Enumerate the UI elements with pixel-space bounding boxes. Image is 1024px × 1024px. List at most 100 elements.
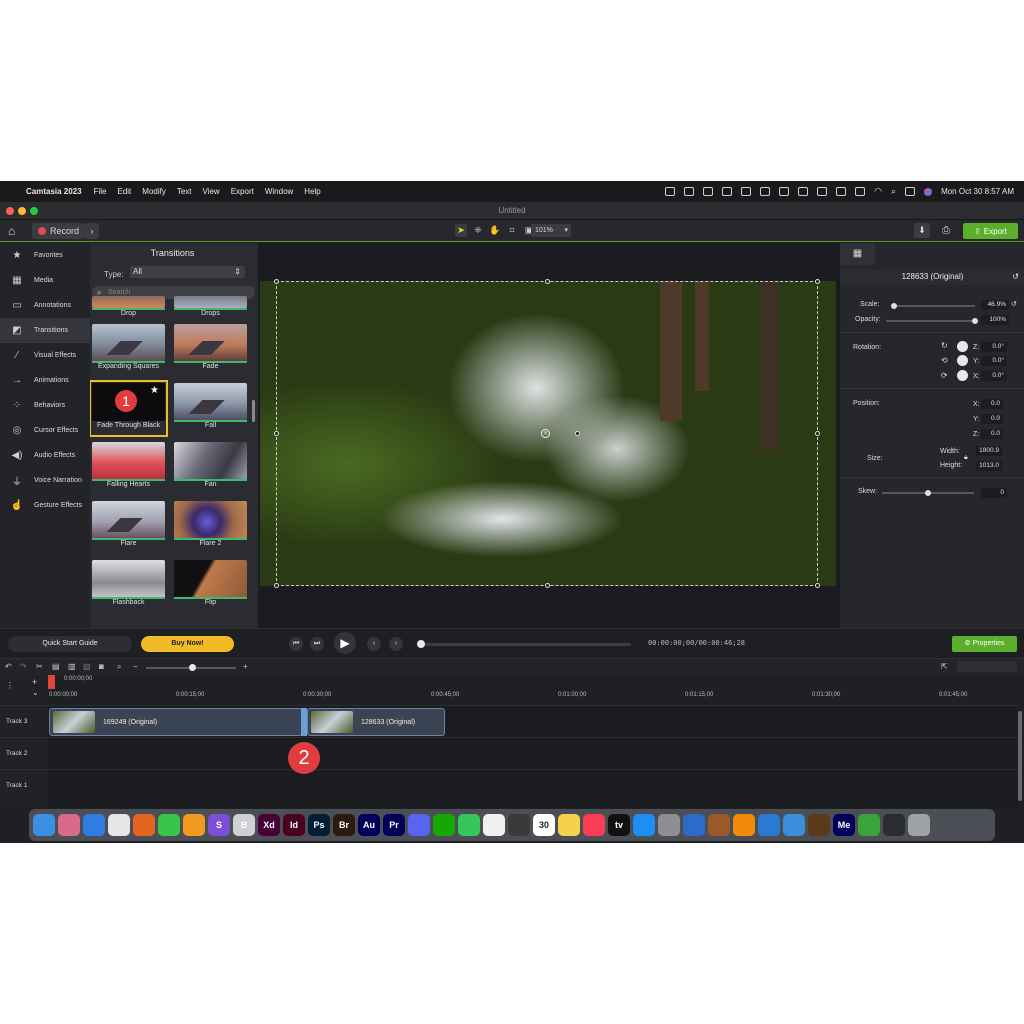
- sidebar-item-gesture-effects[interactable]: ☝ Gesture Effects: [0, 493, 90, 518]
- visual-properties-tab[interactable]: ▦: [840, 243, 875, 265]
- position-y-field[interactable]: 0.0: [981, 414, 1003, 424]
- vlc-icon[interactable]: [733, 814, 755, 836]
- trash-icon[interactable]: [908, 814, 930, 836]
- sidebar-item-animations[interactable]: → Animations: [0, 368, 90, 393]
- quick-start-guide-button[interactable]: Quick Start Guide: [8, 636, 132, 652]
- music-icon[interactable]: [583, 814, 605, 836]
- scrub-bar[interactable]: [419, 643, 631, 646]
- calculator-icon[interactable]: [508, 814, 530, 836]
- home-icon[interactable]: ⌂: [8, 224, 15, 238]
- transition-tile-flashback[interactable]: Flashback: [92, 560, 165, 611]
- redo-icon[interactable]: ↷: [20, 662, 27, 671]
- upwork-icon[interactable]: [433, 814, 455, 836]
- resize-handle[interactable]: [274, 583, 279, 588]
- height-field[interactable]: 1013.0: [976, 461, 1002, 471]
- status-icon[interactable]: [703, 187, 714, 196]
- cut-icon[interactable]: ✂: [36, 662, 43, 671]
- track-header-1[interactable]: Track 1: [0, 769, 48, 801]
- lock-icon[interactable]: 🔒︎: [964, 454, 968, 462]
- notes-icon[interactable]: [558, 814, 580, 836]
- zoom-search-icon[interactable]: ⌕: [117, 662, 121, 672]
- properties-button[interactable]: ⚙ Properties: [952, 636, 1017, 652]
- track-row-2[interactable]: [48, 737, 1018, 769]
- sidebar-item-voice-narration[interactable]: ⏚ Voice Narration: [0, 468, 90, 493]
- quicktime-icon[interactable]: [683, 814, 705, 836]
- select-tool-icon[interactable]: ➤: [455, 224, 467, 237]
- finder-icon[interactable]: [33, 814, 55, 836]
- track-header-3[interactable]: Track 3: [0, 705, 48, 737]
- discord-icon[interactable]: [408, 814, 430, 836]
- search-icon[interactable]: ⌕: [891, 186, 896, 197]
- launchpad-icon[interactable]: [58, 814, 80, 836]
- timeline-clip[interactable]: 128633 (Original): [307, 708, 445, 736]
- pan-tool-icon[interactable]: ✋: [489, 224, 501, 237]
- buy-now-button[interactable]: Buy Now!: [141, 636, 234, 652]
- sidebar-item-cursor-effects[interactable]: ◎ Cursor Effects: [0, 418, 90, 443]
- copy-icon[interactable]: ▤: [52, 662, 60, 671]
- transition-tile-fan[interactable]: Fan: [174, 442, 247, 493]
- favorite-star-icon[interactable]: ★: [150, 385, 159, 396]
- menu-export[interactable]: Export: [231, 187, 254, 196]
- opacity-slider-knob[interactable]: [972, 318, 978, 324]
- bluetooth-icon[interactable]: [836, 187, 847, 196]
- rotation-x-field[interactable]: 0.0°: [981, 371, 1007, 381]
- clock[interactable]: Mon Oct 30 8:57 AM: [941, 187, 1014, 196]
- reset-icon[interactable]: ↺: [1011, 300, 1017, 308]
- type-select[interactable]: All ⇕: [130, 266, 245, 278]
- sidebar-item-transitions[interactable]: ◩ Transitions: [0, 318, 90, 343]
- transition-tile-drop[interactable]: Drop: [92, 296, 165, 320]
- transition-tile-flare[interactable]: Flare: [92, 501, 165, 552]
- facetime-icon[interactable]: [158, 814, 180, 836]
- status-icon[interactable]: [779, 187, 790, 196]
- status-icon[interactable]: [817, 187, 828, 196]
- undo-icon[interactable]: ↶: [5, 662, 12, 671]
- reset-icon[interactable]: ↺: [1012, 269, 1019, 285]
- rotation-y-field[interactable]: 0.0°: [981, 356, 1007, 366]
- scale-field[interactable]: 46.9%: [981, 300, 1009, 310]
- transition-tile-fall[interactable]: Fall: [174, 383, 247, 434]
- skew-slider-knob[interactable]: [925, 490, 931, 496]
- produce-icon[interactable]: ⎙: [937, 223, 955, 238]
- camera-icon[interactable]: ◙: [99, 662, 104, 671]
- step-back-button[interactable]: ⏮: [289, 637, 303, 651]
- split-icon[interactable]: ▧: [83, 662, 91, 671]
- menu-edit[interactable]: Edit: [117, 187, 131, 196]
- camtasia-rec-icon[interactable]: [858, 814, 880, 836]
- transition-tile-flare-2[interactable]: Flare 2: [174, 501, 247, 552]
- zoom-select[interactable]: 101% ▾: [531, 224, 571, 237]
- bridge-icon[interactable]: Br: [333, 814, 355, 836]
- record-button[interactable]: Record: [32, 223, 86, 239]
- pages-icon[interactable]: [183, 814, 205, 836]
- opacity-slider[interactable]: [886, 320, 975, 322]
- rotation-z-field[interactable]: 0.0°: [981, 342, 1007, 352]
- battery-icon[interactable]: [855, 187, 866, 196]
- opacity-field[interactable]: 100%: [981, 315, 1009, 325]
- resize-handle[interactable]: [815, 583, 820, 588]
- photos-icon[interactable]: [483, 814, 505, 836]
- guitar-icon[interactable]: [808, 814, 830, 836]
- audition-icon[interactable]: Au: [358, 814, 380, 836]
- transition-tile-expanding-squares[interactable]: Expanding Squares: [92, 324, 165, 375]
- firefox-icon[interactable]: [133, 814, 155, 836]
- resize-handle[interactable]: [545, 583, 550, 588]
- resize-handle[interactable]: [274, 279, 279, 284]
- transition-tile-drops[interactable]: Drops: [174, 296, 247, 320]
- status-icon[interactable]: [798, 187, 809, 196]
- timeline-clip[interactable]: 169249 (Original): [49, 708, 302, 736]
- status-icon[interactable]: [684, 187, 695, 196]
- edit-tool-icon[interactable]: ⁜: [472, 224, 484, 237]
- playhead[interactable]: [48, 675, 55, 689]
- play-button[interactable]: ▶: [334, 632, 356, 654]
- transition-tile-fade[interactable]: Fade: [174, 324, 247, 375]
- premiere-icon[interactable]: Pr: [383, 814, 405, 836]
- sidebar-item-favorites[interactable]: ★ Favorites: [0, 243, 90, 268]
- sidebar-item-behaviors[interactable]: ⁘ Behaviors: [0, 393, 90, 418]
- sidebar-item-visual-effects[interactable]: ⁄ Visual Effects: [0, 343, 90, 368]
- step-forward-button[interactable]: ⏭: [310, 637, 324, 651]
- rotation-y-dial[interactable]: [957, 355, 968, 366]
- next-clip-button[interactable]: ›: [389, 637, 403, 651]
- download-button[interactable]: ⬇: [914, 223, 930, 238]
- indesign-icon[interactable]: Id: [283, 814, 305, 836]
- menu-modify[interactable]: Modify: [142, 187, 166, 196]
- timeline-zoom-knob[interactable]: [189, 664, 196, 671]
